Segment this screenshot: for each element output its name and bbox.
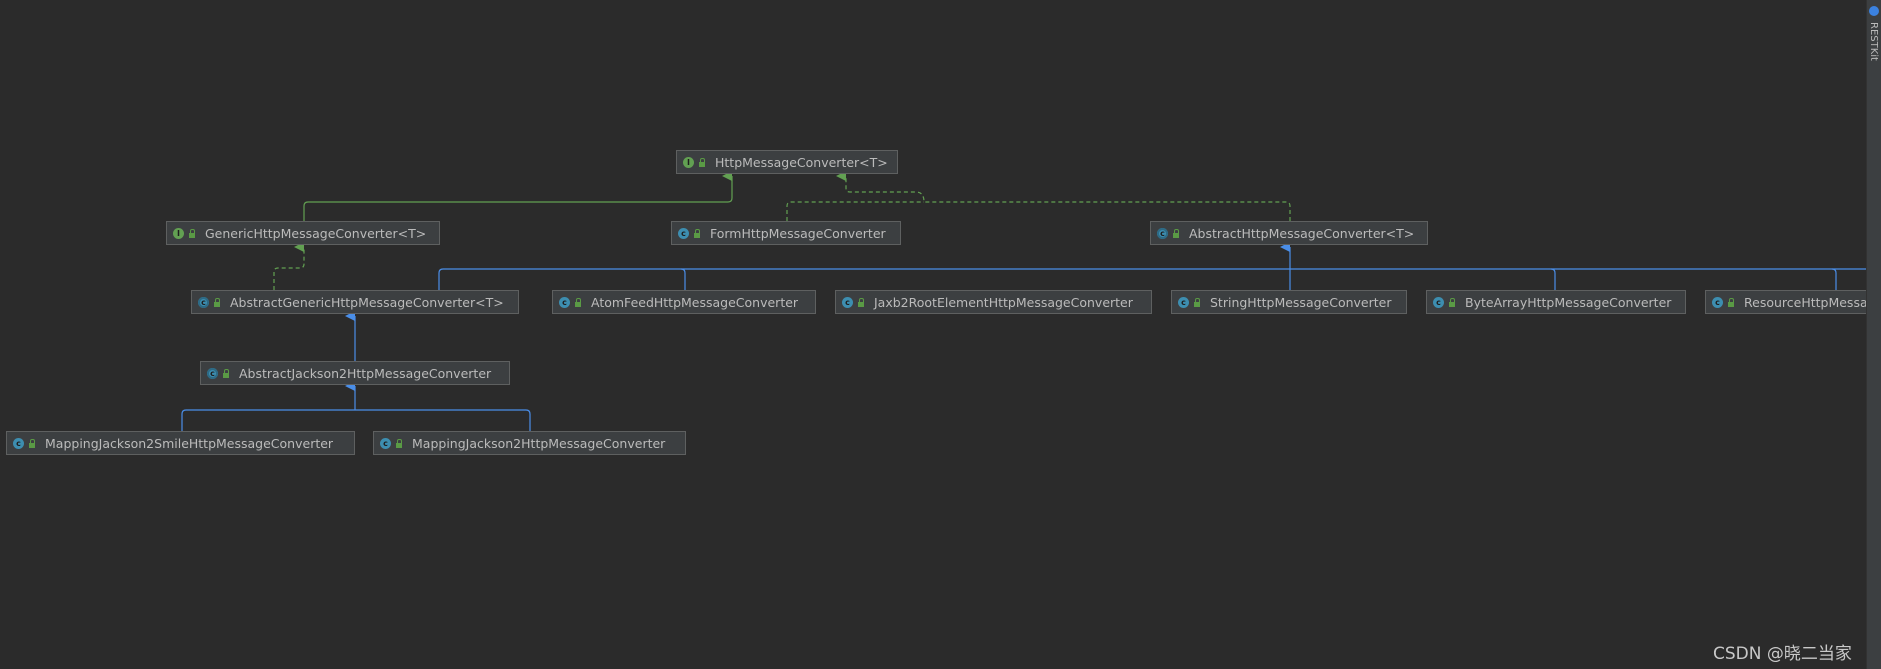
edge-form-httpmc — [786, 201, 924, 221]
node-resource[interactable]: c ResourceHttpMessageConverter — [1705, 290, 1866, 314]
node-string[interactable]: c StringHttpMessageConverter — [1171, 290, 1407, 314]
public-lock-icon — [694, 228, 700, 238]
node-jaxb2[interactable]: c Jaxb2RootElementHttpMessageConverter — [835, 290, 1152, 314]
public-lock-icon — [1194, 297, 1200, 307]
diagram-edges — [181, 171, 1866, 431]
public-lock-icon — [858, 297, 864, 307]
public-lock-icon — [699, 157, 705, 167]
class-icon: c — [1178, 296, 1189, 308]
class-icon: c — [842, 296, 853, 308]
node-label: GenericHttpMessageConverter<T> — [205, 225, 427, 241]
public-lock-icon — [396, 438, 402, 448]
public-lock-icon — [223, 368, 229, 378]
edge-resource-abstract — [1831, 268, 1837, 290]
node-label: MappingJackson2HttpMessageConverter — [412, 435, 666, 451]
node-label: ByteArrayHttpMessageConverter — [1465, 294, 1672, 310]
public-lock-icon — [575, 297, 581, 307]
edge-abstractgeneric-generic — [273, 242, 305, 290]
edge-abstract-httpmc — [836, 171, 1291, 221]
public-lock-icon — [1173, 228, 1179, 238]
watermark: CSDN @晓二当家 — [1713, 644, 1852, 664]
node-bytearray[interactable]: c ByteArrayHttpMessageConverter — [1426, 290, 1686, 314]
restkit-icon — [1869, 6, 1879, 16]
node-abstractjackson2[interactable]: c AbstractJackson2HttpMessageConverter — [200, 361, 510, 385]
node-httpmc[interactable]: I HttpMessageConverter<T> — [676, 150, 898, 174]
public-lock-icon — [214, 297, 220, 307]
node-form[interactable]: c FormHttpMessageConverter — [671, 221, 901, 245]
right-tool-window-bar: RESTKit — [1866, 0, 1881, 669]
class-icon: c — [380, 437, 391, 449]
class-icon: c — [1712, 296, 1723, 308]
restkit-label: RESTKit — [1868, 22, 1879, 61]
node-mapping[interactable]: c MappingJackson2HttpMessageConverter — [373, 431, 686, 455]
node-label: FormHttpMessageConverter — [710, 225, 886, 241]
node-atomfeed[interactable]: c AtomFeedHttpMessageConverter — [552, 290, 816, 314]
node-label: AtomFeedHttpMessageConverter — [591, 294, 799, 310]
class-icon: c — [678, 227, 689, 239]
edge-generic-httpmc — [303, 171, 733, 221]
class-icon: c — [1433, 296, 1444, 308]
abstract-icon: c — [1157, 227, 1168, 239]
abstract-icon: c — [198, 296, 209, 308]
node-label: AbstractHttpMessageConverter<T> — [1189, 225, 1415, 241]
node-generic[interactable]: I GenericHttpMessageConverter<T> — [166, 221, 440, 245]
node-label: AbstractJackson2HttpMessageConverter — [239, 365, 492, 381]
public-lock-icon — [29, 438, 35, 448]
edge-bytearray-abstract — [1550, 268, 1556, 290]
class-icon: c — [559, 296, 570, 308]
class-icon: c — [13, 437, 24, 449]
abstract-icon: c — [207, 367, 218, 379]
node-abstract[interactable]: c AbstractHttpMessageConverter<T> — [1150, 221, 1428, 245]
node-label: StringHttpMessageConverter — [1210, 294, 1392, 310]
uml-diagram-canvas[interactable]: I HttpMessageConverter<T> I GenericHttpMess… — [0, 0, 1866, 669]
interface-icon: I — [683, 156, 694, 168]
edge-mapping-abstractjackson2 — [181, 386, 531, 431]
edge-bus-horizontal — [438, 268, 1866, 290]
node-abstractgeneric[interactable]: c AbstractGenericHttpMessageConverter<T> — [191, 290, 519, 314]
public-lock-icon — [1449, 297, 1455, 307]
edge-atomfeed-abstract — [680, 268, 686, 290]
interface-icon: I — [173, 227, 184, 239]
public-lock-icon — [1728, 297, 1734, 307]
node-label: MappingJackson2SmileHttpMessageConverter — [45, 435, 334, 451]
node-label: Jaxb2RootElementHttpMessageConverter — [874, 294, 1133, 310]
node-label: HttpMessageConverter<T> — [715, 154, 888, 170]
node-smile[interactable]: c MappingJackson2SmileHttpMessageConverte… — [6, 431, 355, 455]
node-label: AbstractGenericHttpMessageConverter<T> — [230, 294, 504, 310]
node-label: ResourceHttpMessageConverter — [1744, 294, 1866, 310]
public-lock-icon — [189, 228, 195, 238]
